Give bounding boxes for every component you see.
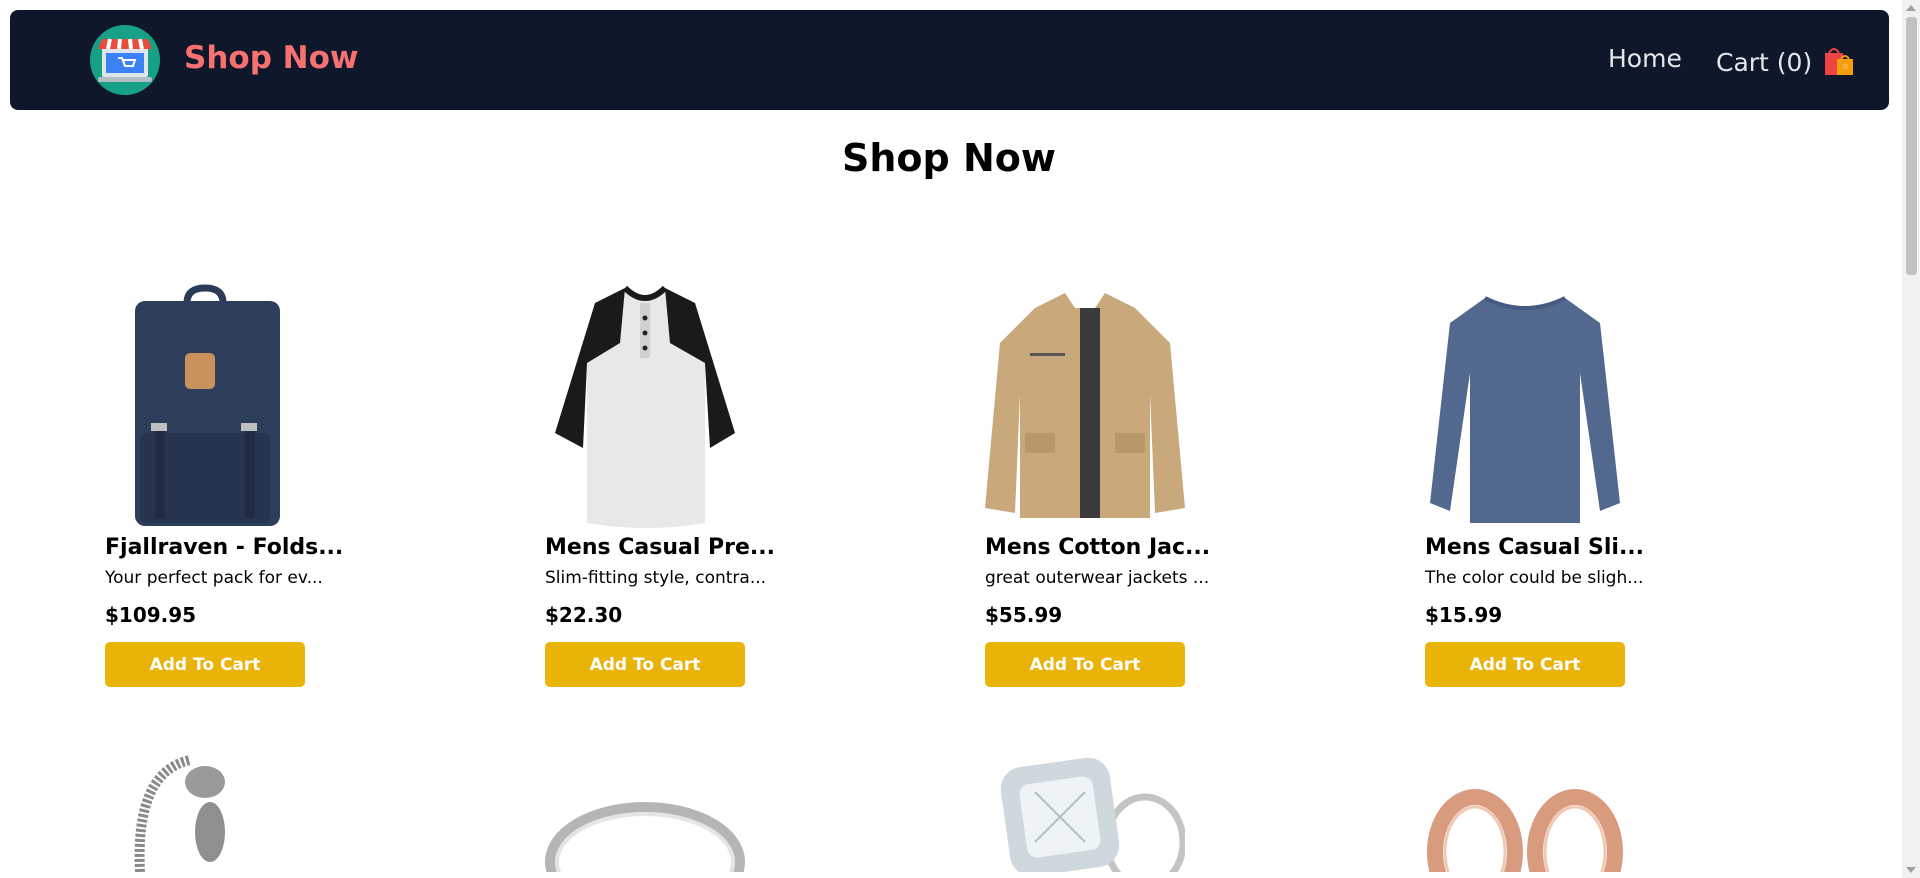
product-description: Your perfect pack for ev... — [105, 568, 323, 588]
product-price: $109.95 — [105, 603, 197, 627]
add-to-cart-button[interactable]: Add To Cart — [985, 642, 1185, 687]
scroll-thumb[interactable] — [1906, 17, 1917, 275]
product-price: $22.30 — [545, 603, 623, 627]
product-card: Mens Cotton Jac... great outerwear jacke… — [985, 283, 1210, 687]
product-name[interactable]: Fjallraven - Folds... — [105, 534, 343, 562]
store-logo-icon[interactable] — [90, 25, 160, 95]
product-card: Mens Casual Sli... The color could be sl… — [1425, 283, 1644, 687]
rose-gold-rings-image[interactable] — [1425, 752, 1625, 872]
product-description: The color could be sligh... — [1425, 568, 1644, 588]
brand-link[interactable]: Shop Now — [184, 40, 359, 76]
navbar: Shop Now Home Cart (0) — [10, 10, 1889, 110]
add-to-cart-button[interactable]: Add To Cart — [545, 642, 745, 687]
diamond-ring-image[interactable] — [985, 752, 1185, 872]
product-card: Mens Casual Pre... Slim-fitting style, c… — [545, 283, 775, 687]
product-price: $15.99 — [1425, 603, 1503, 627]
add-to-cart-button[interactable]: Add To Cart — [1425, 642, 1625, 687]
product-name[interactable]: Mens Cotton Jac... — [985, 534, 1210, 562]
raglan-tshirt-image[interactable] — [545, 283, 745, 528]
product-name[interactable]: Mens Casual Pre... — [545, 534, 775, 562]
product-card: Fjallraven - Folds... Your perfect pack … — [105, 283, 343, 687]
cart-label: Cart (0) — [1716, 47, 1813, 77]
backpack-image[interactable] — [105, 283, 305, 528]
add-to-cart-button[interactable]: Add To Cart — [105, 642, 305, 687]
shopping-bag-icon — [1821, 43, 1857, 79]
bracelet-image[interactable] — [130, 752, 330, 872]
product-price: $55.99 — [985, 603, 1063, 627]
cotton-jacket-image[interactable] — [985, 283, 1185, 528]
longsleeve-tshirt-image[interactable] — [1425, 283, 1625, 528]
vertical-scrollbar[interactable] — [1902, 0, 1920, 878]
scroll-down-icon[interactable] — [1906, 867, 1916, 873]
page-title: Shop Now — [842, 136, 1056, 180]
product-description: Slim-fitting style, contra... — [545, 568, 767, 588]
nav-home-link[interactable]: Home — [1608, 44, 1682, 73]
product-description: great outerwear jackets ... — [985, 568, 1210, 588]
product-name[interactable]: Mens Casual Sli... — [1425, 534, 1644, 562]
silver-ring-image[interactable] — [545, 752, 745, 872]
nav-cart-link[interactable]: Cart (0) — [1716, 44, 1857, 80]
scroll-up-icon[interactable] — [1906, 5, 1916, 11]
